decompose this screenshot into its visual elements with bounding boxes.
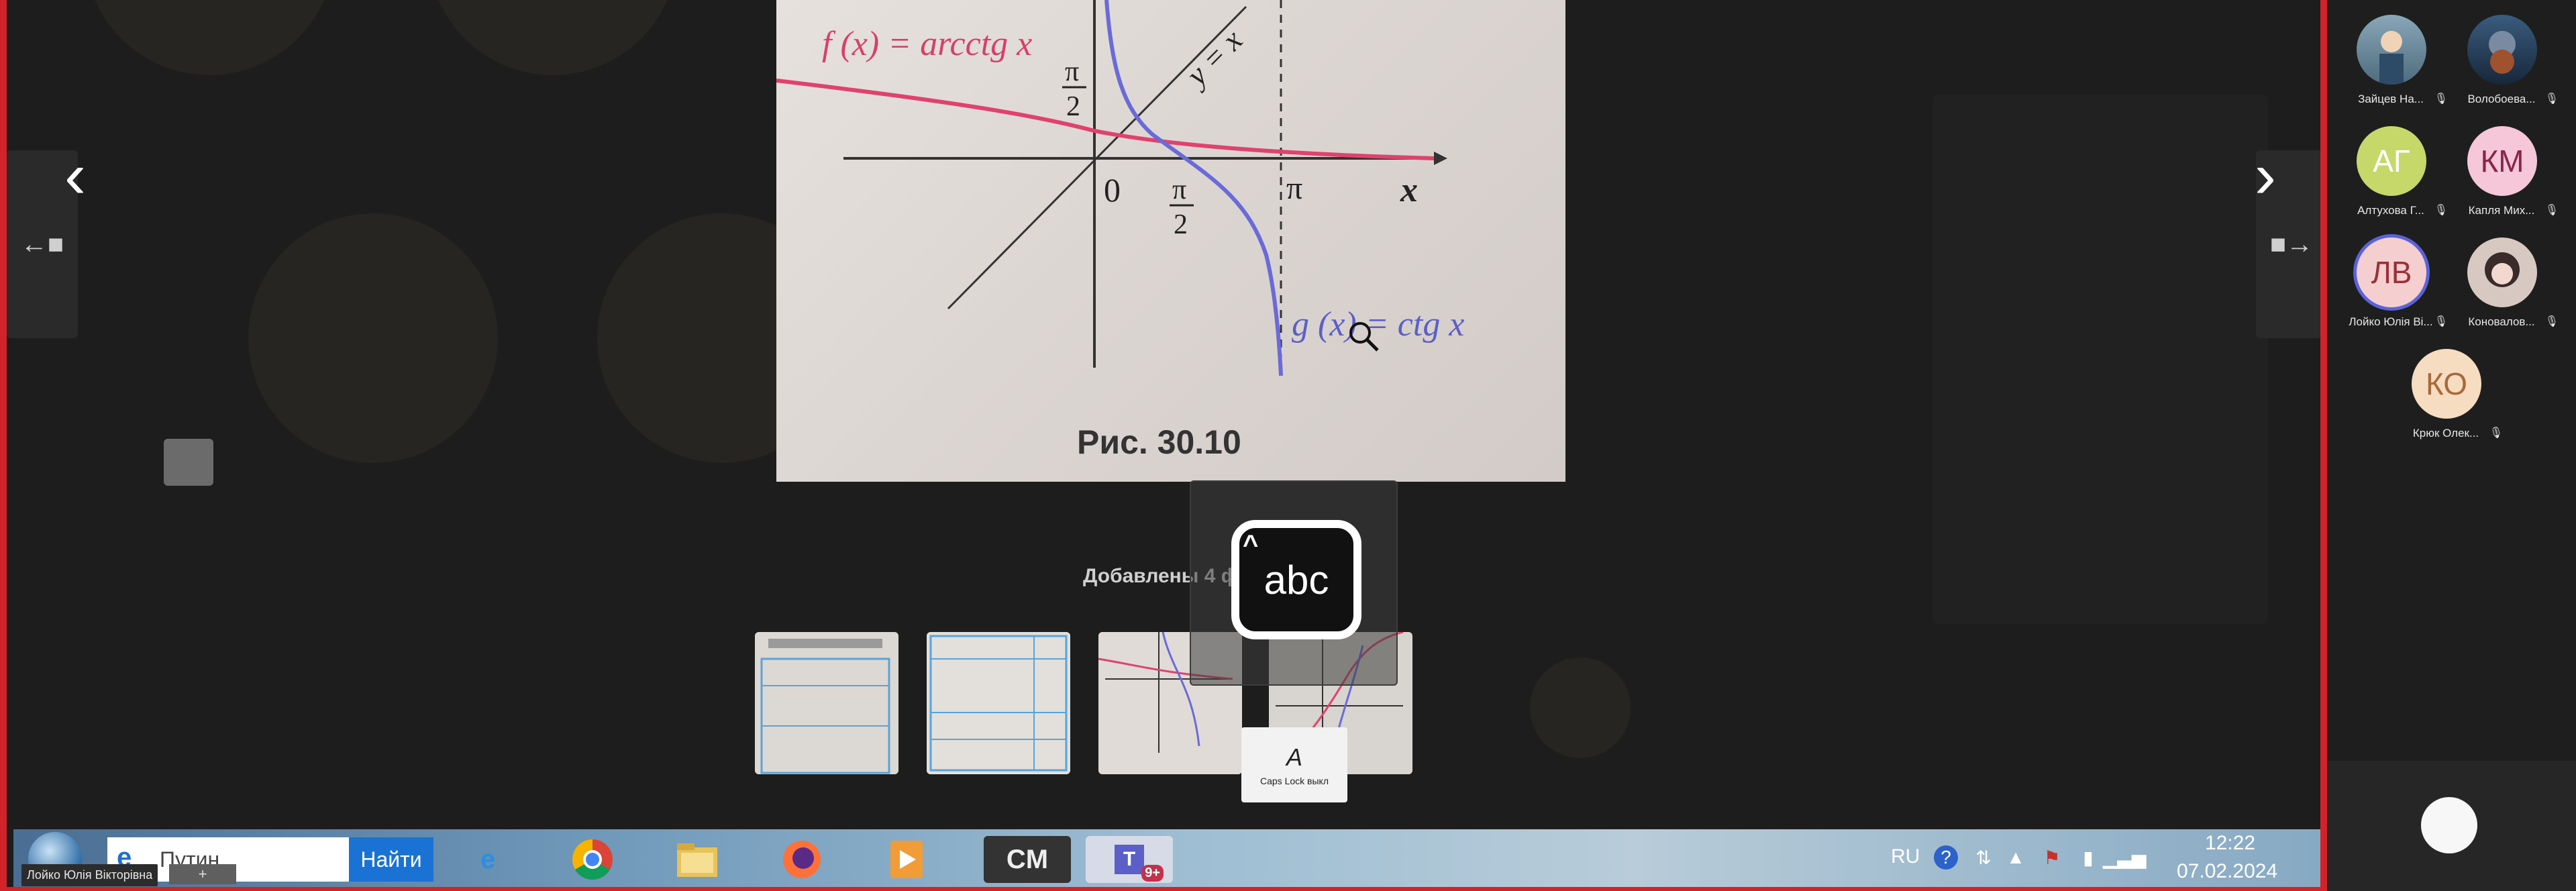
caps-lock-indicator: A Caps Lock выкл [1241, 727, 1347, 802]
pi-half-den-left: 2 [1066, 91, 1080, 122]
media-player-icon[interactable] [883, 836, 930, 883]
cm-label: CM [1006, 844, 1049, 874]
table-thumbnail-image [755, 632, 898, 774]
caps-lock-text: Caps Lock выкл [1260, 776, 1329, 786]
participant-name: Крюк Олек... [2412, 427, 2479, 439]
caret-up-icon: ^ [1243, 530, 1259, 560]
next-photo-button[interactable]: › [2232, 140, 2299, 211]
pi-half-num-bottom: π [1172, 174, 1186, 205]
chevron-right-icon: › [2255, 140, 2276, 211]
participant-name: Коновалов... [2468, 315, 2535, 328]
avatar [2467, 15, 2537, 85]
mic-muted-icon: 🎙 [2544, 316, 2559, 327]
shared-photo[interactable]: f (x) = arcctg x g (x) = ctg x y = x π 2… [776, 0, 1565, 482]
app-logo-icon[interactable] [2421, 797, 2477, 853]
internet-explorer-icon[interactable]: e [464, 836, 511, 883]
origin-label: 0 [1104, 171, 1121, 209]
presenter-name-label: Лойко Юлія Вікторівна [21, 864, 158, 886]
clock-date[interactable]: 07.02.2024 [2177, 860, 2277, 883]
language-indicator[interactable]: RU [1891, 845, 1920, 868]
participant-tile[interactable]: АГ Алтухова Г... 🎙 [2334, 111, 2448, 219]
avatar: ЛВ [2357, 238, 2426, 307]
clock-time[interactable]: 12:22 [2205, 832, 2255, 855]
x-axis-arrow [1434, 152, 1447, 165]
help-icon[interactable]: ? [1934, 845, 1958, 870]
network-switch-icon[interactable]: ⇅ [1971, 845, 1996, 870]
arrow-left-square-icon: ←■ [20, 229, 64, 259]
x-axis-label: x [1400, 171, 1418, 209]
show-hidden-icons-icon[interactable]: ▲ [2004, 845, 2028, 870]
placeholder-square[interactable] [164, 439, 213, 486]
mic-muted-icon: 🎙 [2544, 93, 2559, 105]
pi-label: π [1286, 170, 1302, 206]
avatar [2467, 238, 2537, 307]
f-label: f (x) = arcctg x [822, 25, 1032, 63]
participant-name: Алтухова Г... [2357, 204, 2424, 217]
pi-half-num-left: π [1065, 56, 1079, 87]
graph-figure: f (x) = arcctg x g (x) = ctg x y = x π 2… [776, 0, 1464, 461]
teams-icon[interactable]: T 9+ [1086, 836, 1173, 883]
caps-lock-icon: A [1286, 743, 1302, 771]
background-avatar [428, 0, 678, 75]
square-arrow-right-icon: ■→ [2269, 229, 2314, 259]
background-tile [1933, 94, 2268, 624]
participant-tile[interactable]: КО Крюк Олек... 🎙 [2389, 334, 2503, 441]
prev-photo-button[interactable]: ‹ [42, 140, 109, 211]
background-avatar [1530, 658, 1631, 758]
participant-name: Лойко Юлія Ві... [2349, 315, 2433, 328]
arcctg-curve [776, 78, 1435, 160]
table-thumbnail-image [927, 632, 1070, 774]
participant-tile[interactable]: Волобоева... 🎙 [2444, 0, 2559, 107]
participant-name: Волобоева... [2467, 93, 2536, 105]
avatar: КМ [2467, 126, 2537, 196]
participant-name: Капля Мих... [2468, 204, 2535, 217]
participant-tile[interactable]: ЛВ Лойко Юлія Ві... 🎙 [2334, 223, 2448, 330]
screen: f (x) = arcctg x g (x) = ctg x y = x π 2… [0, 0, 2576, 891]
firefox-icon[interactable] [778, 836, 825, 883]
photo-thumbnail-2[interactable] [927, 632, 1070, 774]
signal-strength-icon[interactable]: ▁▃▅ [2103, 845, 2147, 870]
abc-text: abc [1264, 557, 1329, 602]
windows-taskbar: e Путин Найти e CM T 9+ RU ? ⇅ ▲ ⚑ ▮ ▁▃▅… [13, 829, 2320, 887]
teams-letter: T [1115, 845, 1144, 874]
mic-muted-icon: 🎙 [2489, 427, 2503, 439]
chevron-left-icon: ‹ [64, 140, 86, 211]
teams-badge: 9+ [1141, 865, 1164, 882]
shared-screen-stage: f (x) = arcctg x g (x) = ctg x y = x π 2… [0, 0, 2327, 891]
file-explorer-icon[interactable] [674, 836, 721, 883]
yx-label: y = x [1178, 23, 1249, 94]
photo-thumbnail-1[interactable] [755, 632, 898, 774]
participant-tile[interactable]: КМ Капля Мих... 🎙 [2444, 111, 2559, 219]
search-button[interactable]: Найти [349, 837, 433, 882]
avatar-initials: ЛВ [2371, 255, 2412, 290]
participants-panel: Зайцев На... 🎙 Волобоева... 🎙 АГ Алтухов… [2327, 0, 2576, 891]
mic-muted-icon: 🎙 [2544, 205, 2559, 216]
participant-name: Зайцев На... [2358, 93, 2424, 105]
avatar: АГ [2357, 126, 2426, 196]
avatar [2357, 15, 2426, 85]
participant-tile[interactable]: Коновалов... 🎙 [2444, 223, 2559, 330]
action-center-flag-icon[interactable]: ⚑ [2040, 845, 2064, 870]
add-button[interactable]: + [169, 864, 236, 884]
cm-app-icon[interactable]: CM [984, 836, 1071, 883]
avatar-initials: КМ [2480, 144, 2524, 178]
power-icon[interactable]: ▮ [2076, 845, 2100, 870]
avatar-initials: АГ [2373, 144, 2410, 178]
avatar: КО [2412, 349, 2481, 419]
pi-half-den-bottom: 2 [1174, 209, 1188, 240]
chrome-icon[interactable] [569, 836, 616, 883]
background-avatar [248, 213, 498, 463]
figure-caption: Рис. 30.10 [1077, 423, 1241, 461]
background-avatar [85, 0, 334, 75]
avatar-initials: КО [2425, 366, 2468, 401]
g-label: g (x) = ctg x [1292, 305, 1464, 344]
participant-tile[interactable]: Зайцев На... 🎙 [2334, 0, 2448, 107]
